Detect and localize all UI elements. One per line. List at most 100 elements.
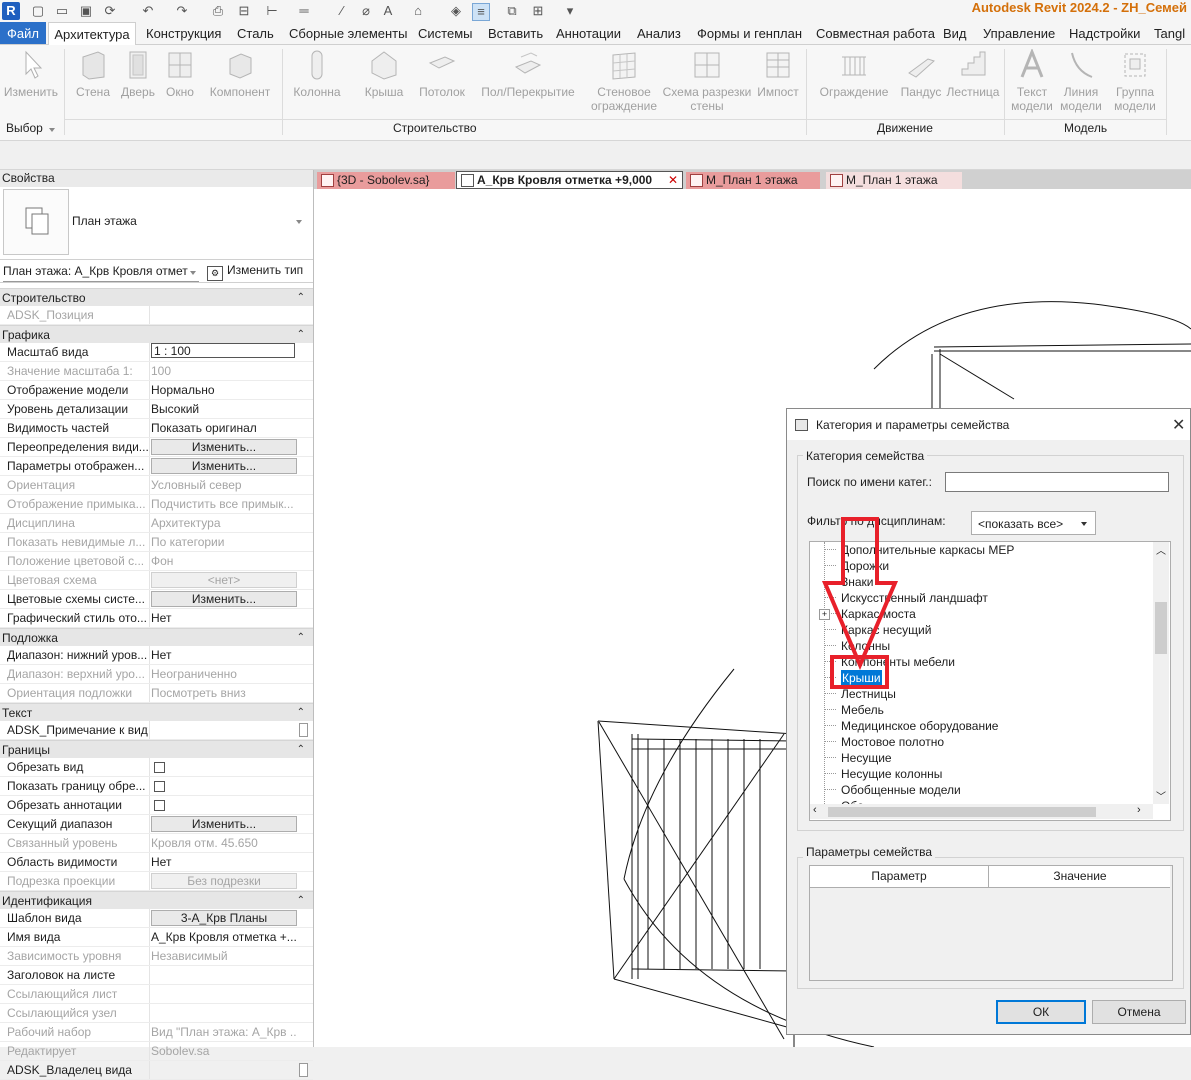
instance-dropdown-icon[interactable] [190,271,196,275]
tab-structure[interactable]: Конструкция [146,22,221,44]
tab-architecture[interactable]: Архитектура [48,22,136,45]
mullion-button[interactable]: Импост [754,49,802,99]
measure-icon[interactable]: ⊟ [236,3,252,19]
align-icon[interactable]: ═ [296,3,312,19]
text-icon[interactable]: A [380,3,396,19]
stair-button[interactable]: Лестница [946,49,1000,99]
type-dropdown-icon[interactable] [296,220,302,224]
property-value[interactable]: Нет [151,853,297,871]
collapse-icon[interactable]: ⌃ [297,289,305,307]
revit-logo-icon[interactable]: R [2,2,20,20]
collapse-icon[interactable]: ⌃ [297,326,305,344]
tab-analyze[interactable]: Анализ [637,22,681,44]
door-button[interactable]: Дверь [118,49,158,99]
chevron-down-icon[interactable] [1081,522,1087,526]
component-button[interactable]: Компонент [204,49,276,99]
collapse-icon[interactable]: ⌃ [297,629,305,647]
property-value[interactable]: А_Крв Кровля отметка +... [151,928,297,946]
print-icon[interactable]: ⎙ [210,3,226,19]
property-edit-icon[interactable] [299,723,308,737]
property-value[interactable]: Нет [151,646,297,664]
new-icon[interactable]: ▢ [30,3,46,19]
tab-steel[interactable]: Сталь [237,22,274,44]
wall-button[interactable]: Стена [72,49,114,99]
property-edit-button[interactable]: 3-А_Крв Планы [151,910,297,926]
property-group-header[interactable]: Строительство ⌃ [0,288,313,306]
property-value[interactable]: Нет [151,609,297,627]
edit-type-button[interactable]: ⚙ Изменить тип [207,263,303,281]
model-group-button[interactable]: Группа модели [1108,49,1162,113]
tab-floor-plan-2[interactable]: М_План 1 этажа [826,172,962,189]
scroll-right-icon[interactable]: › [1137,804,1141,816]
property-value[interactable]: Высокий [151,400,297,418]
save-icon[interactable]: ▣ [78,3,94,19]
collapse-icon[interactable]: ⌃ [297,892,305,910]
scroll-down-icon[interactable]: ﹀ [1156,788,1166,803]
floor-button[interactable]: Пол/Перекрытие [478,49,578,99]
dimension-icon[interactable]: ⊢ [264,3,280,19]
tab-collaborate[interactable]: Совместная работа [816,22,935,44]
ramp-button[interactable]: Пандус [898,49,944,99]
tab-roof-plan[interactable]: А_Крв Кровля отметка +9,000 ✕ [456,171,683,189]
tab-floor-plan-1[interactable]: М_План 1 этажа [686,172,820,189]
property-group-header[interactable]: Графика ⌃ [0,325,313,343]
scroll-left-icon[interactable]: ‹ [813,804,817,816]
undo-icon[interactable]: ↶ [140,3,156,19]
tab-view[interactable]: Вид [943,22,967,44]
property-edit-button[interactable]: Изменить... [151,816,297,832]
3d-view-icon[interactable]: ⌂ [410,3,426,19]
property-group-header[interactable]: Границы ⌃ [0,740,313,758]
ceiling-button[interactable]: Потолок [414,49,470,99]
property-edit-button[interactable]: Изменить... [151,591,297,607]
vertical-scroll-thumb[interactable] [1155,602,1167,654]
discipline-filter-select[interactable]: <показать все> [971,511,1096,535]
tab-systems[interactable]: Системы [418,22,472,44]
column-button[interactable]: Колонна [288,49,346,99]
curtain-wall-button[interactable]: Стеновое ограждение [588,49,660,113]
modify-button[interactable]: Изменить [2,49,60,99]
property-checkbox[interactable] [154,781,165,792]
property-group-header[interactable]: Текст ⌃ [0,703,313,721]
railing-button[interactable]: Ограждение [814,49,894,99]
model-line-button[interactable]: Линия модели [1056,49,1106,113]
instance-selector[interactable]: План этажа: А_Крв Кровля отмет [3,264,199,282]
curtain-grid-button[interactable]: Схема разрезки стены [662,49,752,113]
tab-tangl[interactable]: Tangl [1154,22,1185,44]
sync-icon[interactable]: ⟳ [102,3,118,19]
model-text-button[interactable]: Текст модели [1010,49,1054,113]
thin-lines-icon[interactable]: ≡ [472,3,490,21]
property-edit-button[interactable]: Изменить... [151,439,297,455]
property-edit-icon[interactable] [299,1063,308,1077]
close-icon[interactable]: ✕ [1172,415,1185,435]
horizontal-scroll-thumb[interactable] [828,807,1096,817]
open-icon[interactable]: ▭ [54,3,70,19]
tag-by-category-icon[interactable]: ⌀ [358,3,374,19]
tab-precast[interactable]: Сборные элементы [289,22,407,44]
ok-button[interactable]: ОК [996,1000,1086,1024]
tab-massing-site[interactable]: Формы и генплан [697,22,802,44]
property-checkbox[interactable] [154,762,165,773]
tab-manage[interactable]: Управление [983,22,1055,44]
roof-button[interactable]: Крыша [360,49,408,99]
property-value-input[interactable]: 1 : 100 [151,343,295,358]
scroll-up-icon[interactable]: ︿ [1156,542,1166,557]
customize-icon[interactable]: ▾ [562,3,578,19]
panel-select-label[interactable]: Выбор [6,121,43,135]
value-column-header[interactable]: Значение [990,869,1170,883]
cancel-button[interactable]: Отмена [1092,1000,1186,1024]
property-value[interactable]: Нормально [151,381,297,399]
close-tab-icon[interactable]: ✕ [668,172,678,189]
close-hidden-icon[interactable]: ⧉ [504,3,520,19]
tab-insert[interactable]: Вставить [488,22,543,44]
tag-icon[interactable]: ∕ [334,3,350,19]
collapse-icon[interactable]: ⌃ [297,704,305,722]
collapse-icon[interactable]: ⌃ [297,741,305,759]
property-group-header[interactable]: Идентификация ⌃ [0,891,313,909]
tab-addins[interactable]: Надстройки [1069,22,1140,44]
type-selector[interactable]: План этажа [0,187,313,260]
dialog-titlebar[interactable]: Категория и параметры семейства ✕ [787,409,1190,440]
property-group-header[interactable]: Подложка ⌃ [0,628,313,646]
tab-3d-view[interactable]: {3D - Sobolev.sa} [317,172,455,189]
search-input[interactable] [945,472,1169,492]
param-column-header[interactable]: Параметр [810,869,988,883]
